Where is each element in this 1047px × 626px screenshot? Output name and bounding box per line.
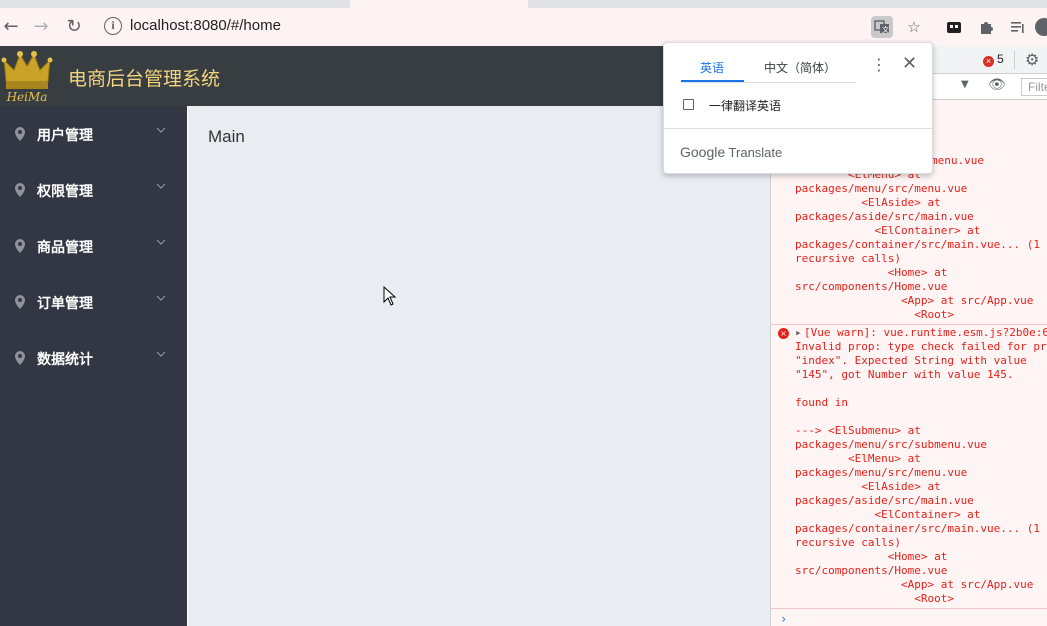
console-line: found in (795, 396, 848, 409)
main-content: Main (188, 106, 770, 626)
popup-divider (664, 128, 932, 129)
console-line: <ElContainer> at (795, 508, 981, 521)
url-field[interactable]: localhost:8080/#/home (130, 17, 281, 34)
console-divider (771, 324, 1047, 325)
console-line: packages/container/src/main.vue... (1 (795, 522, 1041, 535)
console-line: <ElAside> at (795, 480, 941, 493)
tab-baseline (681, 82, 856, 83)
console-line: src/components/Home.vue (795, 564, 948, 577)
address-bar: ← → ↻ i localhost:8080/#/home 文 ☆ (0, 8, 1047, 46)
console-line: src/components/Home.vue (795, 280, 948, 293)
forward-icon[interactable]: → (30, 16, 52, 38)
location-pin-icon (15, 183, 25, 197)
sidebar-item-users[interactable]: 用户管理 (0, 106, 187, 162)
sidebar-item-permissions[interactable]: 权限管理 (0, 162, 187, 218)
profile-icon[interactable] (1035, 16, 1047, 38)
expand-arrow-icon[interactable]: ▸ (795, 326, 802, 340)
chevron-down-icon (156, 127, 166, 133)
console-line: packages/menu/src/menu.vue (795, 466, 968, 479)
active-tab[interactable] (350, 0, 528, 8)
active-tab-indicator (681, 80, 744, 82)
reload-icon[interactable]: ↻ (63, 16, 85, 38)
sidebar-item-label: 用户管理 (37, 128, 93, 144)
console-line: packages/container/src/main.vue... (1 (795, 238, 1041, 251)
star-icon[interactable]: ☆ (903, 16, 925, 38)
browser-tab-strip (0, 0, 1047, 8)
always-translate-label: 一律翻译英语 (709, 99, 782, 113)
error-count-badge[interactable]: × 5 (983, 52, 1004, 67)
location-pin-icon (15, 351, 25, 365)
console-line: <App> at src/App.vue (795, 578, 1034, 591)
console-line: ---> <ElSubmenu> at (795, 424, 921, 437)
always-translate-checkbox[interactable] (683, 99, 694, 110)
app-header: HeiMa 电商后台管理系统 (0, 46, 770, 106)
error-icon: × (983, 56, 994, 67)
mouse-cursor-icon (383, 286, 397, 306)
more-options-icon[interactable]: ⋮ (871, 55, 887, 74)
location-pin-icon (15, 239, 25, 253)
app-title: 电商后台管理系统 (68, 68, 221, 90)
sidebar-item-statistics[interactable]: 数据统计 (0, 330, 187, 386)
back-icon[interactable]: ← (0, 16, 22, 38)
console-line: packages/menu/src/submenu.vue (795, 438, 988, 451)
console-line: <ElContainer> at (795, 224, 981, 237)
location-pin-icon (15, 127, 25, 141)
console-line: <ElMenu> at (795, 452, 921, 465)
svg-text:HeiMa: HeiMa (6, 90, 48, 104)
puzzle-icon[interactable] (975, 16, 997, 38)
sidebar-menu: 用户管理 权限管理 商品管理 订单管理 数据统计 (0, 106, 187, 626)
sidebar-item-label: 数据统计 (37, 352, 93, 368)
console-line: <Home> at (795, 266, 948, 279)
eye-icon[interactable]: 👁 (988, 77, 1006, 93)
tab-target-language[interactable]: 中文（简体） (764, 59, 836, 76)
toolbar-divider (1014, 51, 1015, 69)
console-divider (771, 608, 1047, 609)
console-line: menu.vue (931, 154, 984, 167)
sidebar-item-label: 权限管理 (37, 184, 93, 200)
chevron-down-icon (156, 295, 166, 301)
close-icon[interactable]: ✕ (902, 53, 917, 74)
site-info-icon[interactable]: i (104, 17, 122, 35)
console-line: packages/menu/src/menu.vue (795, 182, 968, 195)
main-label: Main (208, 127, 245, 146)
console-line: Invalid prop: type check failed for pro (795, 340, 1047, 353)
sidebar-item-orders[interactable]: 订单管理 (0, 274, 187, 330)
console-line: "145", got Number with value 145. (795, 368, 1014, 381)
chevron-down-icon (156, 183, 166, 189)
console-prompt-icon[interactable]: › (780, 612, 787, 626)
console-line: "index". Expected String with value (795, 354, 1027, 367)
gear-icon[interactable]: ⚙ (1025, 50, 1039, 69)
chevron-down-icon (156, 351, 166, 357)
location-pin-icon (15, 295, 25, 309)
warn-header[interactable]: [Vue warn]: vue.runtime.esm.js?2b0e:6 (804, 326, 1047, 340)
sidebar-item-label: 商品管理 (37, 240, 93, 256)
console-line: recursive calls) (795, 252, 901, 265)
console-line: packages/aside/src/main.vue (795, 494, 974, 507)
console-line: <Root> (795, 308, 954, 321)
console-line: recursive calls) (795, 536, 901, 549)
console-line: <Root> (795, 592, 954, 605)
reading-list-icon[interactable] (1007, 16, 1029, 38)
extension-app-icon[interactable] (943, 16, 965, 38)
translate-popup: 英语 中文（简体） ⋮ ✕ 一律翻译英语 Google Translate (663, 42, 933, 174)
console-line: packages/aside/src/main.vue (795, 210, 974, 223)
context-dropdown-icon[interactable]: ▼ (961, 79, 969, 90)
error-icon: × (778, 328, 789, 339)
console-line: <App> at src/App.vue (795, 294, 1034, 307)
sidebar-item-goods[interactable]: 商品管理 (0, 218, 187, 274)
google-translate-brand: Google Translate (680, 144, 783, 160)
filter-input[interactable]: Filter (1021, 78, 1047, 96)
tab-source-language[interactable]: 英语 (700, 59, 724, 76)
heima-logo: HeiMa (0, 46, 54, 106)
console-line: <Home> at (795, 550, 948, 563)
console-line: <ElAside> at (795, 196, 941, 209)
translate-icon[interactable]: 文 (871, 16, 893, 38)
chevron-down-icon (156, 239, 166, 245)
svg-text:文: 文 (882, 25, 889, 34)
sidebar-item-label: 订单管理 (37, 296, 93, 312)
